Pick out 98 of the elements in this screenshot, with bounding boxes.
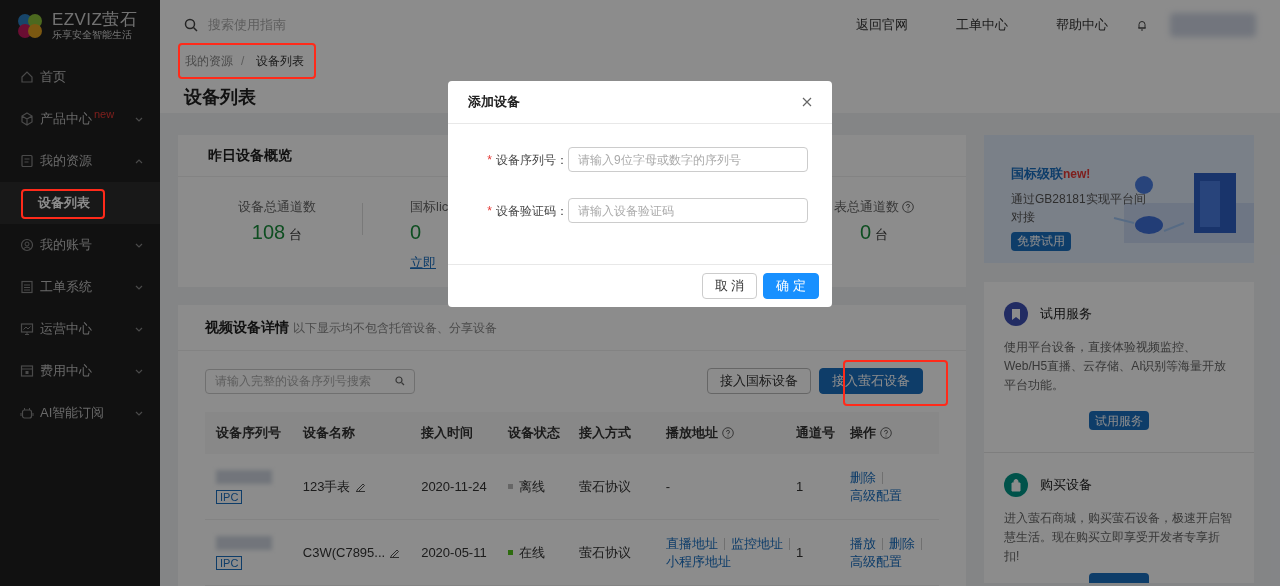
bell-icon <box>1136 19 1148 31</box>
blurred-serial <box>216 535 272 550</box>
edit-icon <box>354 481 366 492</box>
action-link[interactable]: 删除 <box>850 468 877 487</box>
nav-item[interactable]: 费用中心 <box>0 350 160 392</box>
wallet-icon <box>20 364 34 378</box>
secondary-button[interactable]: 接入国标设备 <box>707 368 811 394</box>
stat-label: 表总通道数 <box>834 198 899 216</box>
close-icon <box>802 97 812 107</box>
status-text: 离线 <box>518 477 545 496</box>
bookmark-icon <box>1004 302 1028 326</box>
field-label: 设备序列号： <box>496 151 568 169</box>
new-label: new <box>94 107 115 122</box>
close-button[interactable] <box>802 97 812 107</box>
table-cell: 2020-05-11 <box>421 544 487 560</box>
column-header: 设备名称 <box>302 424 355 443</box>
required-mark: * <box>487 202 492 220</box>
breadcrumb-current: 设备列表 <box>256 53 305 70</box>
column-header: 操作 <box>850 424 877 443</box>
column-header: 接入方式 <box>578 424 631 443</box>
table-cell: 1 <box>795 544 804 560</box>
stat-unit: 台 <box>289 225 303 244</box>
blurred-serial <box>216 469 272 484</box>
search-icon <box>395 376 405 386</box>
column-header: 设备序列号 <box>216 424 281 443</box>
header-link[interactable]: 帮助中心 <box>1056 15 1108 35</box>
home-icon <box>20 70 34 84</box>
nav-item[interactable]: 首页 <box>0 56 160 98</box>
banner-title: 国标级联 <box>1011 165 1063 183</box>
table-cell: 1 <box>795 478 804 494</box>
action-link[interactable]: 高级配置 <box>850 486 903 505</box>
promo-title: 购买设备 <box>1040 476 1092 495</box>
action-link[interactable]: 高级配置 <box>850 552 903 571</box>
nav-item[interactable]: 我的资源 <box>0 140 160 182</box>
nav-item[interactable]: 我的账号 <box>0 224 160 266</box>
status-text: 在线 <box>518 543 545 562</box>
breadcrumb-separator: / <box>241 53 245 70</box>
stat-value: 0 <box>410 219 422 245</box>
nav-item[interactable]: 工单系统 <box>0 266 160 308</box>
device-name: C3W(C7895... <box>302 543 386 562</box>
free-trial-button[interactable]: 免费试用 <box>1011 231 1071 251</box>
device-name: 123手表 <box>302 477 351 496</box>
stat-value: 108 <box>251 219 286 245</box>
page-title: 设备列表 <box>184 86 256 109</box>
banner-text: 通过GB28181实现平台间对接 <box>1011 190 1147 226</box>
robot-icon <box>20 406 34 420</box>
promo-title: 试用服务 <box>1040 305 1092 324</box>
shopping-bag-icon <box>1004 473 1028 497</box>
promo-text: 进入萤石商城，购买萤石设备，极速开启智慧生活。现在购买立即享受开发者专享折扣! <box>1004 510 1233 565</box>
column-header: 通道号 <box>795 424 835 443</box>
dialog-title: 添加设备 <box>468 93 520 112</box>
column-header: 设备状态 <box>507 424 560 443</box>
action-link[interactable]: 播放 <box>850 534 877 553</box>
action-link[interactable]: 删除 <box>889 534 916 553</box>
address-link[interactable]: 直播地址 <box>665 534 718 553</box>
table-cell: - <box>665 477 671 496</box>
card-note: 以下显示均不包含托管设备、分享设备 <box>293 319 497 337</box>
user-icon <box>20 238 34 252</box>
stat-label: 设备总通道数 <box>238 198 316 216</box>
breadcrumb-link[interactable]: 我的资源 <box>185 52 233 70</box>
required-mark: * <box>487 151 492 169</box>
stat-value: 0 <box>859 219 872 245</box>
device-tag: IPC <box>216 489 243 504</box>
document-icon <box>20 154 34 168</box>
card-title: 视频设备详情 <box>205 318 289 337</box>
stat-link[interactable]: 立即 <box>410 252 436 272</box>
stat-unit: 台 <box>875 225 889 244</box>
monitor-icon <box>20 322 34 336</box>
column-header: 接入时间 <box>421 424 474 443</box>
column-header: 播放地址 <box>665 424 718 443</box>
confirm-button[interactable]: 确 定 <box>763 273 819 299</box>
table-cell: 萤石协议 <box>578 478 631 494</box>
address-link[interactable]: 监控地址 <box>730 534 783 553</box>
edit-icon <box>389 547 401 558</box>
new-label: new! <box>1063 166 1091 183</box>
input-field[interactable]: 请输入设备验证码 <box>568 198 808 223</box>
table-cell: 萤石协议 <box>578 544 631 560</box>
brand-tagline: 乐享安全智能生活 <box>52 29 133 41</box>
nav-item[interactable]: 运营中心 <box>0 308 160 350</box>
logo-icon <box>16 12 44 40</box>
promo-text: 使用平台设备，直接体验视频监控、Web/H5直播、云存储、AI识别等海量开放平台功能。 <box>1004 339 1228 394</box>
brand-name: EZVIZ萤石 <box>52 11 138 29</box>
cancel-button[interactable]: 取 消 <box>701 273 758 299</box>
field-label: 设备验证码： <box>496 202 568 220</box>
nav-item[interactable]: AI智能订阅 <box>0 392 160 434</box>
nav-subitem[interactable]: 设备列表 <box>0 182 160 224</box>
input-field[interactable]: 请输入9位字母或数字的序列号 <box>568 147 808 172</box>
header-link[interactable]: 工单中心 <box>956 15 1008 35</box>
device-tag: IPC <box>216 555 243 570</box>
header-link[interactable]: 返回官网 <box>856 15 908 35</box>
address-link[interactable]: 小程序地址 <box>665 552 731 571</box>
cube-icon <box>20 112 34 126</box>
trial-button[interactable]: 试用服务 <box>1089 411 1149 430</box>
search-icon <box>184 18 198 32</box>
table-cell: 2020-11-24 <box>421 478 487 494</box>
list-icon <box>20 280 34 294</box>
card-title: 昨日设备概览 <box>208 146 292 165</box>
stat-label: 国标lic <box>410 198 449 216</box>
